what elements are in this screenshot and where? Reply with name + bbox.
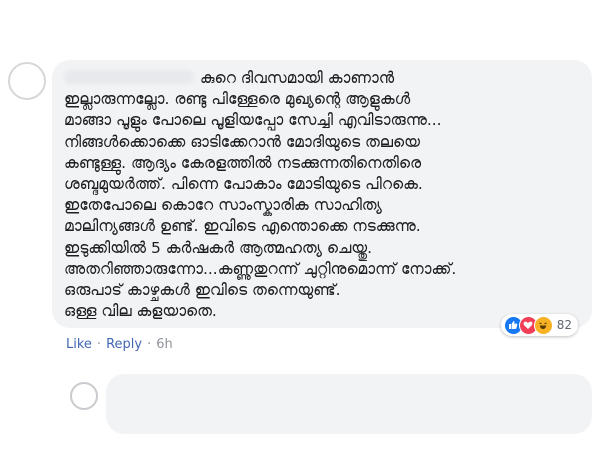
commenter-avatar[interactable] bbox=[8, 62, 46, 100]
comment-body: കുറെ ദിവസമായി കാണാൻ ഇല്ലാരുന്നല്ലോ. രണ്ട… bbox=[64, 68, 580, 322]
reaction-count: 82 bbox=[556, 318, 572, 332]
comment-actions: Like · Reply · 6h bbox=[66, 337, 173, 352]
comment-timestamp[interactable]: 6h bbox=[156, 337, 173, 352]
reply-button[interactable]: Reply bbox=[106, 337, 142, 352]
reply-avatar[interactable] bbox=[70, 382, 98, 410]
separator: · bbox=[147, 337, 152, 352]
like-button[interactable]: Like bbox=[66, 337, 92, 352]
separator: · bbox=[96, 337, 102, 352]
author-name-redacted[interactable] bbox=[64, 70, 194, 84]
reactions-summary[interactable]: 82 bbox=[500, 314, 578, 336]
reply-bubble-partial bbox=[106, 374, 592, 434]
comment-bubble: കുറെ ദിവസമായി കാണാൻ ഇല്ലാരുന്നല്ലോ. രണ്ട… bbox=[52, 60, 592, 336]
comment-text: കുറെ ദിവസമായി കാണാൻ ഇല്ലാരുന്നല്ലോ. രണ്ട… bbox=[64, 69, 457, 321]
haha-icon bbox=[533, 315, 553, 335]
